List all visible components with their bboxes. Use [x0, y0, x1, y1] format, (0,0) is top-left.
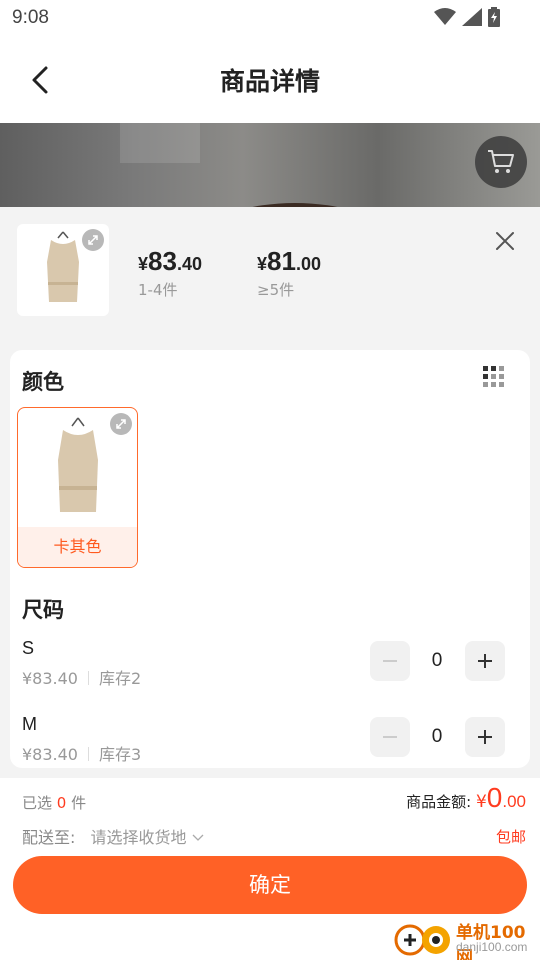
shipping-row: 配送至: 请选择收货地 — [22, 824, 204, 848]
header: 商品详情 — [0, 36, 540, 123]
size-section-title: 尺码 — [22, 598, 64, 622]
expand-icon — [116, 419, 126, 429]
total-integer: 0 — [486, 782, 503, 813]
page-title: 商品详情 — [219, 67, 320, 96]
qty-m-value[interactable]: 0 — [417, 726, 457, 748]
close-icon — [496, 232, 514, 250]
expand-color-image-button[interactable] — [110, 413, 132, 435]
chevron-down-icon — [192, 834, 204, 841]
watermark-url: danji100.com — [456, 940, 528, 954]
minus-icon — [383, 660, 397, 662]
selected-suffix: 件 — [71, 794, 87, 812]
selected-prefix: 已选 — [22, 794, 53, 812]
size-stock: 库存3 — [98, 745, 142, 764]
price-decimal: .40 — [176, 254, 202, 274]
price-integer: 81 — [267, 246, 296, 276]
battery-icon — [488, 7, 500, 27]
watermark-logo — [394, 924, 450, 956]
address-selector[interactable]: 请选择收货地 — [91, 828, 204, 847]
increase-qty-m-button[interactable] — [465, 717, 505, 757]
plus-icon — [478, 654, 492, 668]
minus-icon — [383, 736, 397, 738]
color-option-label: 卡其色 — [18, 527, 137, 567]
increase-qty-s-button[interactable] — [465, 641, 505, 681]
price-integer: 83 — [148, 246, 177, 276]
qty-s-value[interactable]: 0 — [417, 650, 457, 672]
expand-thumbnail-button[interactable] — [82, 229, 104, 251]
close-button[interactable] — [492, 228, 518, 254]
total-decimal: .00 — [502, 792, 526, 811]
address-placeholder: 请选择收货地 — [90, 828, 187, 847]
total-label: 商品金额: — [406, 793, 472, 811]
status-icons — [434, 7, 500, 27]
price-value: ¥83.40 — [138, 246, 202, 277]
cart-icon — [488, 150, 514, 173]
product-hero-image — [0, 123, 540, 207]
size-price: ¥83.40 — [22, 745, 78, 764]
color-section-title: 颜色 — [22, 370, 64, 394]
signal-icon — [462, 8, 482, 26]
confirm-button[interactable]: 确定 — [13, 856, 527, 914]
price-decimal: .00 — [295, 254, 321, 274]
grid-icon — [483, 366, 504, 387]
ship-label: 配送至: — [22, 828, 76, 847]
total-amount: 商品金额: ¥0.00 — [406, 782, 526, 814]
price-currency: ¥ — [138, 254, 149, 274]
decrease-qty-m-button[interactable] — [370, 717, 410, 757]
price-tier-1: ¥83.40 1-4件 — [138, 246, 202, 300]
price-range: 1-4件 — [138, 281, 178, 299]
cart-button[interactable] — [475, 136, 527, 188]
status-bar: 9:08 — [0, 0, 540, 36]
selected-count-text: 已选 0 件 — [22, 792, 86, 813]
size-price: ¥83.40 — [22, 669, 78, 688]
price-range: ≥5件 — [257, 281, 295, 299]
watermark: 单机100网 danji100.com — [392, 918, 540, 960]
free-shipping-badge: 包邮 — [495, 828, 526, 846]
total-currency: ¥ — [475, 792, 487, 812]
status-time: 9:08 — [12, 7, 49, 28]
plus-icon — [478, 730, 492, 744]
price-tier-2: ¥81.00 ≥5件 — [257, 246, 321, 300]
expand-icon — [88, 235, 98, 245]
price-value: ¥81.00 — [257, 246, 321, 277]
wifi-icon — [434, 8, 456, 25]
grid-view-toggle[interactable] — [483, 366, 505, 388]
size-stock: 库存2 — [98, 669, 142, 688]
selected-count: 0 — [56, 794, 67, 812]
price-currency: ¥ — [257, 254, 268, 274]
decrease-qty-s-button[interactable] — [370, 641, 410, 681]
